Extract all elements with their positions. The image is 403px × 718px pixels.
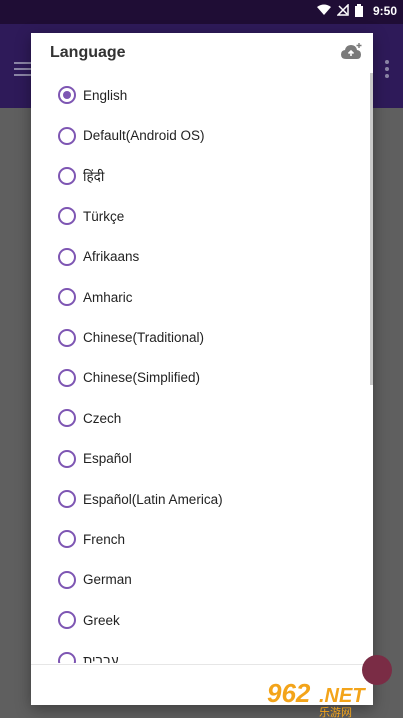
language-label: Default(Android OS) (83, 128, 205, 144)
radio-button[interactable] (58, 611, 76, 630)
radio-button[interactable] (58, 651, 76, 663)
menu-icon[interactable] (14, 62, 32, 76)
svg-text:.NET: .NET (319, 685, 366, 707)
signal-off-icon (337, 4, 349, 16)
language-option[interactable]: Español(Latin America) (31, 479, 373, 519)
watermark-logo: 962 .NET 乐游网 (267, 678, 366, 718)
status-icons (317, 4, 363, 17)
language-label: हिंदी (83, 168, 105, 184)
svg-text:乐游网: 乐游网 (319, 706, 352, 718)
language-option[interactable]: Türkçe (31, 196, 373, 236)
language-label: French (83, 531, 126, 547)
language-label: Español(Latin America) (83, 491, 223, 507)
radio-button[interactable] (58, 126, 76, 145)
language-label: Türkçe (83, 208, 125, 224)
overflow-icon[interactable] (385, 60, 389, 81)
language-label: Afrikaans (83, 249, 140, 265)
language-option[interactable]: Default(Android OS) (31, 115, 373, 155)
radio-button[interactable] (58, 490, 76, 509)
dialog-title: Language (50, 44, 126, 61)
radio-button[interactable] (58, 368, 76, 387)
wifi-icon (317, 4, 331, 15)
language-option[interactable]: Español (31, 439, 373, 479)
language-option[interactable]: Chinese(Traditional) (31, 317, 373, 357)
language-label: Español (83, 451, 132, 467)
language-option[interactable]: Greek (31, 600, 373, 640)
language-dialog: Language English Default(Android OS) हिंदी… (31, 33, 373, 705)
language-label: Chinese(Traditional) (83, 330, 205, 346)
status-time: 9:50 (372, 4, 397, 18)
language-label: German (83, 572, 132, 588)
language-label: עברית (83, 653, 119, 663)
radio-button[interactable] (58, 570, 76, 589)
language-option[interactable]: French (31, 519, 373, 559)
svg-text:962: 962 (267, 678, 311, 708)
language-option[interactable]: English (31, 75, 373, 115)
language-label: Amharic (83, 289, 133, 305)
radio-button[interactable] (58, 409, 76, 428)
language-list: English Default(Android OS) हिंदी Türkçe Afr… (31, 75, 373, 663)
status-bar: 9:50 (0, 0, 403, 24)
language-label: Chinese(Simplified) (83, 370, 201, 386)
radio-button[interactable] (58, 207, 76, 226)
radio-button[interactable] (58, 288, 76, 307)
language-label: Greek (83, 612, 120, 628)
radio-button[interactable] (58, 328, 76, 347)
language-option[interactable]: עברית (31, 640, 373, 663)
language-option[interactable]: Czech (31, 398, 373, 438)
language-option[interactable]: हिंदी (31, 156, 373, 196)
radio-button[interactable] (58, 530, 76, 549)
language-label: English (83, 87, 128, 103)
scrollbar[interactable] (370, 73, 373, 385)
language-option[interactable]: Chinese(Simplified) (31, 358, 373, 398)
language-option[interactable]: Afrikaans (31, 237, 373, 277)
cloud-upload-icon[interactable] (341, 43, 363, 61)
battery-icon (355, 4, 363, 17)
radio-button[interactable] (58, 247, 76, 266)
screen: 9:50 Language English Default(Android OS)… (0, 0, 403, 718)
language-option[interactable]: German (31, 560, 373, 600)
language-option[interactable]: Amharic (31, 277, 373, 317)
radio-button[interactable] (58, 449, 76, 468)
language-label: Czech (83, 410, 122, 426)
radio-button[interactable] (58, 166, 76, 185)
radio-button[interactable] (58, 86, 76, 105)
